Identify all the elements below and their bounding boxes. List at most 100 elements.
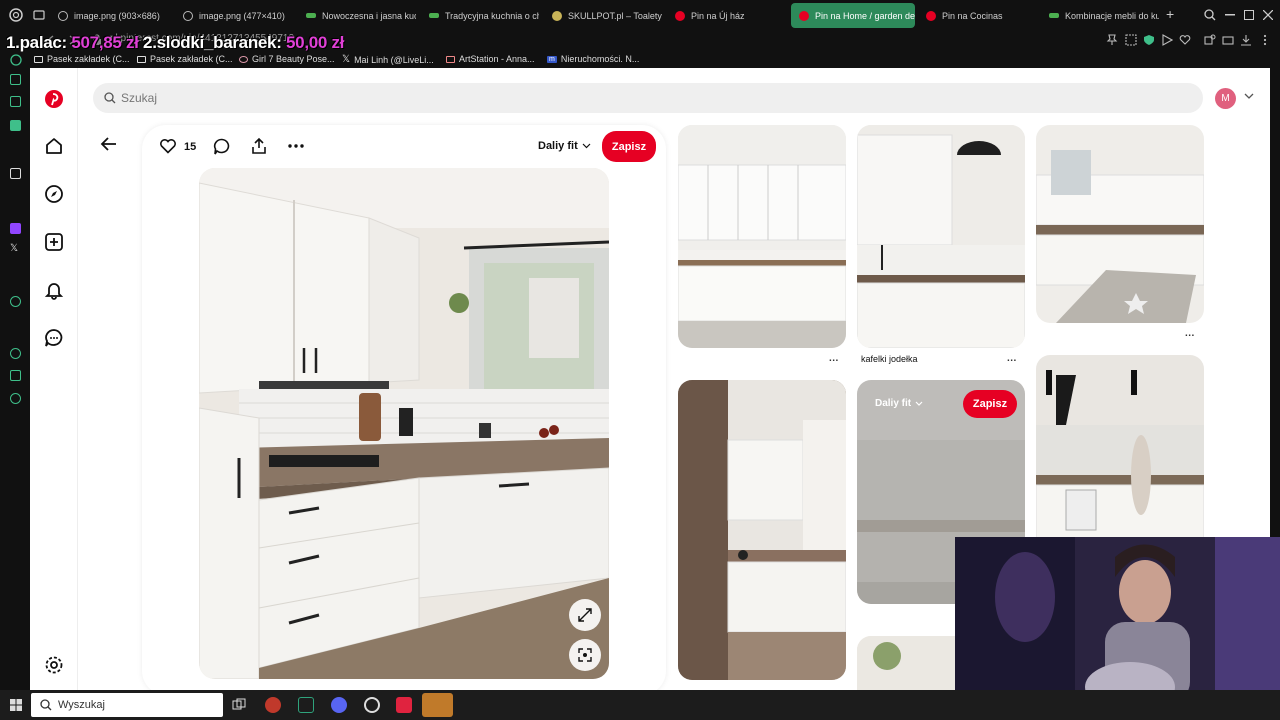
- kitchen-photo: [1036, 355, 1204, 555]
- tab-2[interactable]: image.png (477×410): [175, 3, 295, 28]
- more-options-icon[interactable]: [287, 144, 305, 148]
- browser-sidebar: 𝕏: [0, 68, 30, 690]
- pin-more-button[interactable]: ...: [1185, 328, 1195, 339]
- bookmark-label: Girl 7 Beauty Pose...: [252, 54, 335, 64]
- tab-label: image.png (903×686): [74, 10, 160, 21]
- bookmark-4[interactable]: 𝕏 Mai Linh (@LiveLi...: [342, 54, 434, 65]
- bookmark-3[interactable]: Girl 7 Beauty Pose...: [239, 54, 335, 64]
- app-icon[interactable]: [396, 697, 412, 713]
- tab-3[interactable]: Nowoczesna i jasna kuc: [298, 3, 416, 28]
- search-icon: [40, 699, 52, 711]
- tab-label: Pin na Home / garden de: [815, 10, 915, 21]
- comment-icon[interactable]: [213, 138, 231, 155]
- expand-button[interactable]: [569, 599, 601, 631]
- discord-icon[interactable]: [331, 697, 347, 713]
- excel-icon[interactable]: [298, 697, 314, 713]
- opera-icon[interactable]: [265, 697, 281, 713]
- pin-image[interactable]: [199, 168, 609, 679]
- pinterest-sidebar: [30, 68, 78, 690]
- grid-pin-3[interactable]: [1036, 125, 1204, 323]
- tab-7-active[interactable]: Pin na Home / garden de: [791, 3, 915, 28]
- minimize-icon[interactable]: [1225, 14, 1235, 16]
- tab-1[interactable]: image.png (903×686): [50, 3, 170, 28]
- pinterest-logo-icon[interactable]: [44, 89, 64, 109]
- sidebar-app-icon[interactable]: [10, 168, 21, 179]
- grid-pin-6[interactable]: [1036, 355, 1204, 555]
- visual-search-button[interactable]: [569, 639, 601, 671]
- twitch-icon[interactable]: [10, 223, 21, 234]
- save-button[interactable]: Zapisz: [963, 390, 1017, 418]
- board-selector[interactable]: Daliy fit: [538, 140, 591, 152]
- workspaces-icon[interactable]: [33, 10, 45, 20]
- heart-icon[interactable]: [1179, 34, 1191, 46]
- back-arrow-icon[interactable]: [100, 136, 118, 152]
- home-icon[interactable]: [44, 136, 64, 156]
- messenger-icon[interactable]: [10, 54, 22, 66]
- chevron-down-icon[interactable]: [1244, 92, 1254, 100]
- notifications-icon[interactable]: [44, 280, 64, 300]
- screenshot-icon[interactable]: [1125, 34, 1137, 46]
- tab-4[interactable]: Tradycyjna kuchnia o ch: [421, 3, 539, 28]
- tab-label: Kombinacje mebli do ku: [1065, 10, 1159, 21]
- bookmark-1[interactable]: Pasek zakładek (C...: [34, 54, 130, 64]
- pin-caption: kafelki jodełka: [861, 354, 918, 364]
- heart-icon[interactable]: [159, 138, 177, 154]
- share-icon[interactable]: [250, 137, 268, 155]
- tab-5[interactable]: SKULLPOT.pl – Toalety: [544, 3, 662, 28]
- task-view-icon[interactable]: [232, 698, 246, 712]
- sidebar-app-icon[interactable]: [10, 120, 21, 131]
- taskbar-search-placeholder: Wyszukaj: [58, 699, 105, 711]
- new-tab-button[interactable]: +: [1166, 6, 1174, 22]
- maximize-icon[interactable]: [1244, 10, 1254, 20]
- pinterest-icon: [675, 10, 685, 21]
- grid-pin-2[interactable]: [857, 125, 1025, 348]
- bookmark-6[interactable]: m Nieruchomości. N...: [547, 54, 639, 64]
- menu-icon[interactable]: [1262, 34, 1268, 46]
- browser-logo-icon[interactable]: [9, 8, 23, 22]
- bookmark-5[interactable]: ArtStation - Anna...: [446, 54, 535, 64]
- play-icon[interactable]: [1161, 34, 1173, 46]
- search-input[interactable]: Szukaj: [93, 83, 1203, 113]
- wallet-icon[interactable]: [1222, 34, 1234, 46]
- sidebar-app-icon[interactable]: [10, 74, 21, 85]
- pinterest-icon: [926, 10, 936, 21]
- favicon-icon: [306, 13, 316, 18]
- save-button[interactable]: Zapisz: [602, 131, 656, 162]
- bookmark-2[interactable]: Pasek zakładek (C...: [137, 54, 233, 64]
- grid-pin-4[interactable]: [678, 380, 846, 680]
- tab-8[interactable]: Pin na Cocinas: [918, 3, 1036, 28]
- download-icon[interactable]: [1240, 34, 1252, 46]
- pin-extension-icon[interactable]: [1106, 34, 1118, 46]
- tab-label: Tradycyjna kuchnia o ch: [445, 10, 539, 21]
- skull-icon: [552, 10, 562, 21]
- obs-icon[interactable]: [364, 697, 380, 713]
- bookmark-label: Nieruchomości. N...: [560, 54, 640, 64]
- settings-icon[interactable]: [10, 393, 21, 404]
- tab-9[interactable]: Kombinacje mebli do ku: [1041, 3, 1159, 28]
- create-icon[interactable]: [44, 232, 64, 252]
- x-logo-icon: 𝕏: [342, 54, 351, 65]
- sidebar-app-icon[interactable]: [10, 370, 21, 381]
- chevron-down-icon: [915, 401, 923, 406]
- pin-more-button[interactable]: ...: [1007, 353, 1017, 364]
- grid-pin-1[interactable]: [678, 125, 846, 348]
- history-icon[interactable]: [10, 348, 21, 359]
- pinterest-icon: [799, 10, 809, 21]
- avatar[interactable]: M: [1215, 88, 1236, 109]
- close-window-icon[interactable]: [1263, 10, 1273, 20]
- tab-6[interactable]: Pin na Új ház: [667, 3, 785, 28]
- shield-icon[interactable]: [1143, 34, 1155, 46]
- extensions-icon[interactable]: [1204, 34, 1216, 46]
- hover-board-selector[interactable]: Daliy fit: [875, 398, 923, 409]
- taskbar-search-input[interactable]: Wyszukaj: [31, 693, 223, 717]
- explore-icon[interactable]: [44, 184, 64, 204]
- search-tabs-icon[interactable]: [1204, 9, 1216, 21]
- sidebar-app-icon[interactable]: [10, 96, 21, 107]
- windows-start-icon[interactable]: [10, 699, 22, 711]
- x-logo-icon[interactable]: 𝕏: [10, 243, 18, 254]
- settings-gear-icon[interactable]: [44, 655, 64, 675]
- pin-more-button[interactable]: ...: [829, 353, 839, 364]
- messages-icon[interactable]: [44, 328, 64, 348]
- sidebar-app-icon[interactable]: [10, 296, 21, 307]
- active-app-icon[interactable]: [422, 693, 453, 717]
